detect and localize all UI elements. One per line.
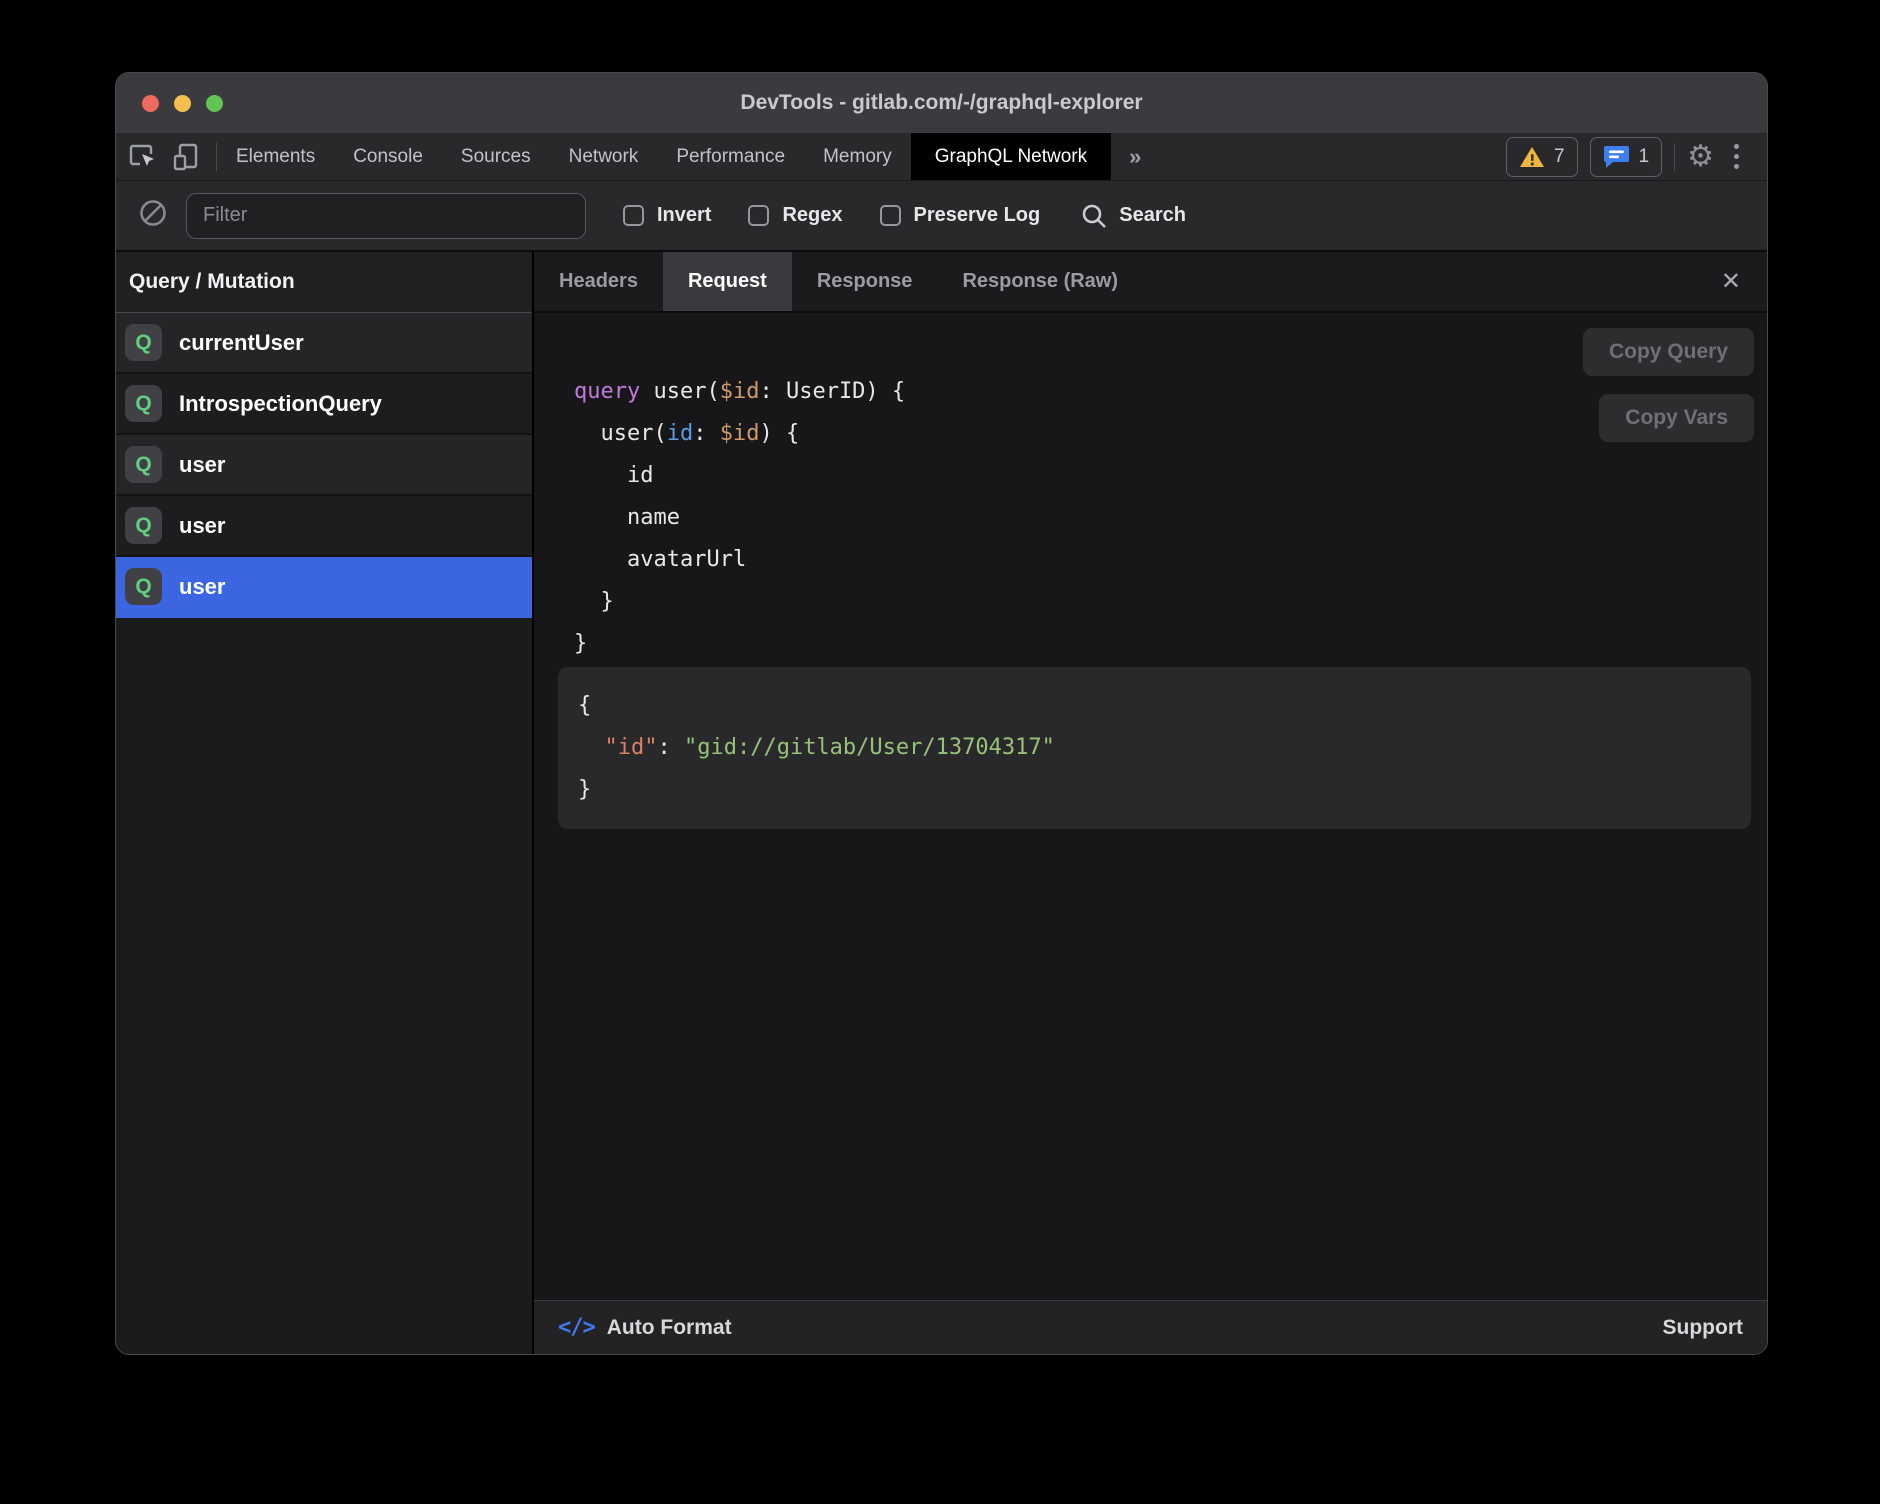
search-label: Search (1119, 204, 1186, 227)
close-detail-icon[interactable]: ✕ (1695, 252, 1767, 311)
preserve-log-label: Preserve Log (914, 204, 1041, 227)
warning-count: 7 (1554, 146, 1565, 168)
invert-checkbox-group[interactable]: Invert (623, 204, 711, 227)
copy-vars-button[interactable]: Copy Vars (1599, 394, 1754, 442)
query-name: user (179, 574, 225, 600)
invert-checkbox[interactable] (623, 205, 644, 226)
tab-response-raw[interactable]: Response (Raw) (937, 252, 1143, 311)
badge-separator (1674, 143, 1675, 171)
tab-headers[interactable]: Headers (534, 252, 663, 311)
message-icon (1603, 144, 1630, 170)
list-item-user-3-selected[interactable]: Q user (116, 557, 532, 618)
tab-performance[interactable]: Performance (657, 133, 804, 180)
search-icon (1080, 202, 1108, 230)
warnings-badge[interactable]: 7 (1506, 137, 1578, 177)
sidebar-header: Query / Mutation (116, 252, 532, 313)
query-name: IntrospectionQuery (179, 391, 382, 417)
kebab-menu-icon[interactable] (1726, 144, 1747, 169)
devtools-tab-bar: Elements Console Sources Network Perform… (116, 133, 1767, 181)
block-requests-icon[interactable] (138, 198, 168, 233)
search-button[interactable]: Search (1080, 202, 1186, 230)
tab-response[interactable]: Response (792, 252, 938, 311)
tab-elements[interactable]: Elements (217, 133, 334, 180)
request-detail-panel: Headers Request Response Response (Raw) … (534, 252, 1767, 1354)
filter-bar: Invert Regex Preserve Log Search (116, 181, 1767, 252)
title-bar: DevTools - gitlab.com/-/graphql-explorer (116, 73, 1767, 133)
panel-footer: </> Auto Format Support (534, 1300, 1767, 1354)
window-title: DevTools - gitlab.com/-/graphql-explorer (116, 91, 1767, 115)
query-list-sidebar: Query / Mutation Q currentUser Q Introsp… (116, 252, 534, 1354)
regex-label: Regex (782, 204, 842, 227)
query-name: user (179, 452, 225, 478)
copy-query-button[interactable]: Copy Query (1583, 328, 1754, 376)
list-item-currentuser[interactable]: Q currentUser (116, 313, 532, 374)
auto-format-button[interactable]: Auto Format (607, 1316, 732, 1340)
regex-checkbox[interactable] (748, 205, 769, 226)
tab-graphql-network[interactable]: GraphQL Network (911, 133, 1111, 180)
query-type-badge: Q (125, 507, 162, 544)
graphql-variables-box: { "id": "gid://gitlab/User/13704317"} (558, 667, 1751, 829)
list-item-user-2[interactable]: Q user (116, 496, 532, 557)
query-name: currentUser (179, 330, 304, 356)
tab-sources[interactable]: Sources (442, 133, 550, 180)
preserve-log-checkbox-group[interactable]: Preserve Log (880, 204, 1041, 227)
device-toolbar-icon[interactable] (172, 142, 202, 172)
inspect-element-icon[interactable] (128, 142, 158, 172)
query-type-badge: Q (125, 324, 162, 361)
support-link[interactable]: Support (1663, 1316, 1743, 1340)
query-type-badge: Q (125, 446, 162, 483)
tab-network[interactable]: Network (550, 133, 658, 180)
detail-tab-bar: Headers Request Response Response (Raw) … (534, 252, 1767, 313)
invert-label: Invert (657, 204, 711, 227)
query-type-badge: Q (125, 385, 162, 422)
query-type-badge: Q (125, 568, 162, 605)
settings-gear-icon[interactable]: ⚙ (1687, 142, 1714, 172)
list-item-introspectionquery[interactable]: Q IntrospectionQuery (116, 374, 532, 435)
warning-icon (1519, 145, 1545, 169)
more-tabs-icon[interactable]: » (1111, 133, 1159, 180)
regex-checkbox-group[interactable]: Regex (748, 204, 842, 227)
message-count: 1 (1639, 146, 1650, 168)
tab-console[interactable]: Console (334, 133, 442, 180)
devtools-window: DevTools - gitlab.com/-/graphql-explorer… (115, 72, 1768, 1355)
tab-memory[interactable]: Memory (804, 133, 911, 180)
auto-format-icon: </> (558, 1315, 595, 1340)
request-content: query user($id: UserID) { user(id: $id) … (534, 313, 1767, 1300)
messages-badge[interactable]: 1 (1590, 137, 1663, 177)
preserve-log-checkbox[interactable] (880, 205, 901, 226)
query-name: user (179, 513, 225, 539)
filter-input[interactable] (186, 193, 586, 239)
list-item-user-1[interactable]: Q user (116, 435, 532, 496)
tab-request[interactable]: Request (663, 252, 792, 311)
